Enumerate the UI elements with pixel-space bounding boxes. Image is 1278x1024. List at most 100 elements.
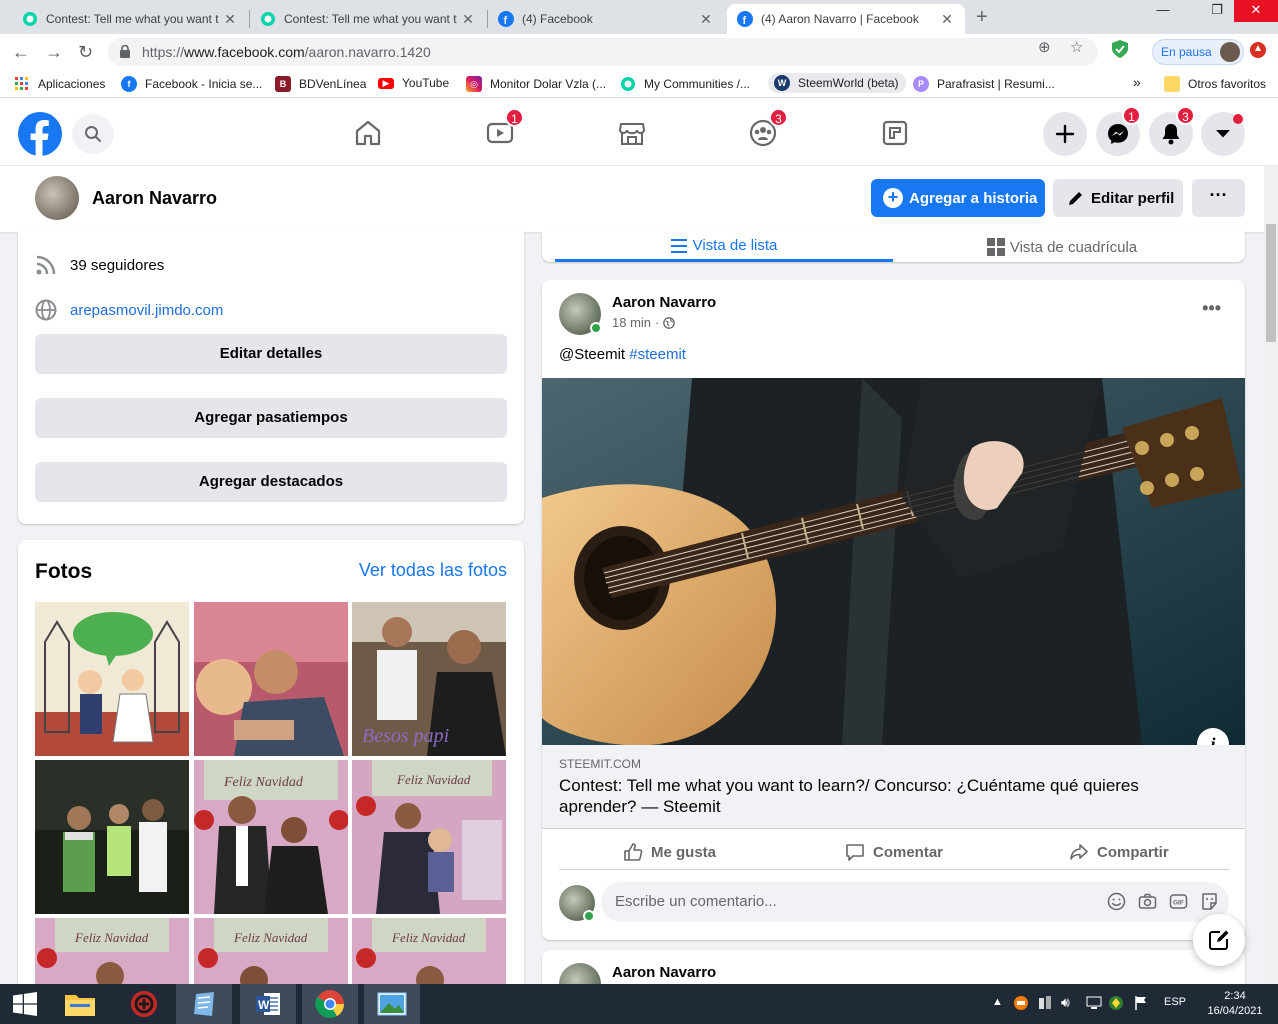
add-featured-button[interactable]: Agregar destacados <box>35 462 507 502</box>
reload-button[interactable]: ↻ <box>78 42 93 63</box>
action-center-flag-icon[interactable] <box>1134 995 1148 1014</box>
chrome-taskbar-button[interactable] <box>302 984 358 1024</box>
notepad-icon <box>194 992 214 1016</box>
scrollbar-thumb[interactable] <box>1266 224 1276 342</box>
gif-icon[interactable]: GIF <box>1169 892 1188 911</box>
close-tab-icon[interactable]: ✕ <box>222 11 238 28</box>
other-bookmarks-folder[interactable]: Otros favoritos <box>1164 76 1266 92</box>
like-button[interactable]: Me gusta <box>623 838 716 866</box>
photo-thumbnail[interactable] <box>35 602 189 756</box>
gaming-icon[interactable] <box>880 118 910 148</box>
folder-icon <box>65 995 95 1016</box>
globe-privacy-icon[interactable] <box>663 316 676 329</box>
volume-icon[interactable]: 🔊︎ <box>1061 994 1070 1011</box>
bookmark-parafrasist[interactable]: P Parafrasist | Resumi... <box>913 76 1055 92</box>
bookmark-monitor-dolar[interactable]: ◎ Monitor Dolar Vzla (... <box>466 76 606 92</box>
notes-taskbar-button[interactable] <box>176 984 232 1024</box>
extension-icon[interactable] <box>1250 42 1266 62</box>
groups-icon[interactable]: 3 <box>748 108 788 148</box>
comment-input[interactable]: Escribe un comentario... GIF <box>601 882 1229 922</box>
tray-app-icon[interactable] <box>1013 995 1029 1014</box>
tab-title: (4) Facebook <box>522 12 593 26</box>
zoom-icon[interactable]: ⊕ <box>1038 38 1051 56</box>
close-tab-icon[interactable]: ✕ <box>698 11 714 28</box>
language-indicator[interactable]: ESP <box>1164 996 1186 1008</box>
new-message-button[interactable] <box>1193 914 1245 966</box>
photo-thumbnail[interactable]: Feliz Navidad <box>194 760 348 914</box>
show-hidden-icons-button[interactable]: ▲ <box>992 996 1003 1008</box>
photos-taskbar-button[interactable] <box>364 984 420 1024</box>
close-tab-icon[interactable]: ✕ <box>939 11 955 28</box>
profile-paused-button[interactable]: En pausa <box>1152 39 1244 65</box>
close-tab-icon[interactable]: ✕ <box>460 11 476 28</box>
create-button[interactable] <box>1043 112 1087 156</box>
forward-button[interactable]: → <box>45 42 63 63</box>
share-button[interactable]: Compartir <box>1069 838 1169 866</box>
photo-thumbnail[interactable]: Feliz Navidad <box>352 760 506 914</box>
emoji-icon[interactable] <box>1107 892 1126 911</box>
more-options-button[interactable]: ··· <box>1192 179 1245 217</box>
add-to-story-button[interactable]: + Agregar a historia <box>871 179 1045 217</box>
profile-avatar[interactable] <box>35 176 79 220</box>
edit-profile-button[interactable]: Editar perfil <box>1053 179 1183 217</box>
back-button[interactable]: ← <box>12 42 30 63</box>
link-preview[interactable]: STEEMIT.COM Contest: Tell me what you wa… <box>542 745 1245 829</box>
post-mention[interactable]: @Steemit <box>559 346 625 363</box>
browser-tab-strip: Contest: Tell me what you want t ✕ Conte… <box>0 0 1278 34</box>
search-button[interactable] <box>72 114 114 154</box>
browser-tab[interactable]: Contest: Tell me what you want t ✕ <box>12 4 248 34</box>
photo-thumbnail[interactable]: Besos papi <box>352 602 506 756</box>
notifications-button[interactable]: 3 <box>1149 106 1195 156</box>
shield-extension-icon[interactable] <box>1112 40 1128 62</box>
photo-thumbnail[interactable] <box>194 602 348 756</box>
bookmark-apps[interactable]: Aplicaciones <box>14 76 105 92</box>
photo-thumbnail[interactable] <box>35 760 189 914</box>
browser-tab[interactable]: f (4) Facebook ✕ <box>488 4 724 34</box>
sticker-icon[interactable] <box>1200 892 1219 911</box>
followers-row: 39 seguidores <box>35 254 164 276</box>
post-author-name[interactable]: Aaron Navarro <box>612 964 716 981</box>
post-options-button[interactable]: ••• <box>1202 298 1221 319</box>
page-scrollbar[interactable] <box>1264 166 1278 984</box>
window-close-button[interactable]: ✕ <box>1234 0 1278 22</box>
tab-list-view[interactable]: Vista de lista <box>555 232 893 262</box>
tab-grid-view[interactable]: Vista de cuadrícula <box>893 232 1231 262</box>
security-app-taskbar-button[interactable] <box>116 984 172 1024</box>
post-link-image[interactable] <box>542 378 1245 745</box>
messenger-button[interactable]: 1 <box>1096 106 1141 156</box>
comment-button[interactable]: Comentar <box>845 838 943 866</box>
start-button[interactable] <box>0 984 50 1024</box>
bookmarks-overflow-button[interactable]: » <box>1133 74 1141 90</box>
post-hashtag[interactable]: #steemit <box>629 346 686 363</box>
new-tab-button[interactable]: + <box>976 6 988 29</box>
word-taskbar-button[interactable]: W <box>240 984 296 1024</box>
see-all-photos-link[interactable]: Ver todas las fotos <box>359 560 507 581</box>
camera-icon[interactable] <box>1138 892 1157 911</box>
bookmark-youtube[interactable]: ▶ YouTube <box>378 76 449 90</box>
post-author-name[interactable]: Aaron Navarro <box>612 294 716 311</box>
facebook-logo-icon[interactable] <box>18 112 62 156</box>
bookmark-my-communities[interactable]: My Communities /... <box>620 76 750 92</box>
add-hobbies-button[interactable]: Agregar pasatiempos <box>35 398 507 438</box>
browser-tab[interactable]: Contest: Tell me what you want t ✕ <box>250 4 486 34</box>
account-menu-button[interactable] <box>1201 112 1245 156</box>
edit-details-button[interactable]: Editar detalles <box>35 334 507 374</box>
file-explorer-taskbar-button[interactable] <box>52 984 108 1024</box>
post-timestamp[interactable]: 18 min <box>612 315 651 330</box>
home-icon[interactable] <box>353 118 383 148</box>
tray-status-icon[interactable] <box>1108 995 1124 1014</box>
bookmark-star-icon[interactable]: ☆ <box>1070 38 1083 56</box>
tray-tool-icon[interactable] <box>1037 995 1053 1014</box>
bookmark-bdvenlinea[interactable]: B BDVenLínea <box>275 76 366 92</box>
website-link[interactable]: arepasmovil.jimdo.com <box>70 302 223 319</box>
profile-name[interactable]: Aaron Navarro <box>92 188 217 209</box>
bookmark-facebook[interactable]: f Facebook - Inicia se... <box>121 76 262 92</box>
network-icon[interactable] <box>1086 995 1102 1014</box>
browser-tab-active[interactable]: f (4) Aaron Navarro | Facebook ✕ <box>727 4 965 34</box>
watch-icon[interactable]: 1 <box>485 108 524 148</box>
address-bar[interactable]: https://www.facebook.com/aaron.navarro.1… <box>108 38 1098 66</box>
bookmark-steemworld[interactable]: W SteemWorld (beta) <box>768 73 907 93</box>
minimize-button[interactable]: — <box>1140 0 1186 22</box>
taskbar-clock[interactable]: 2:34 16/04/2021 <box>1200 989 1270 1019</box>
marketplace-icon[interactable] <box>617 118 647 148</box>
